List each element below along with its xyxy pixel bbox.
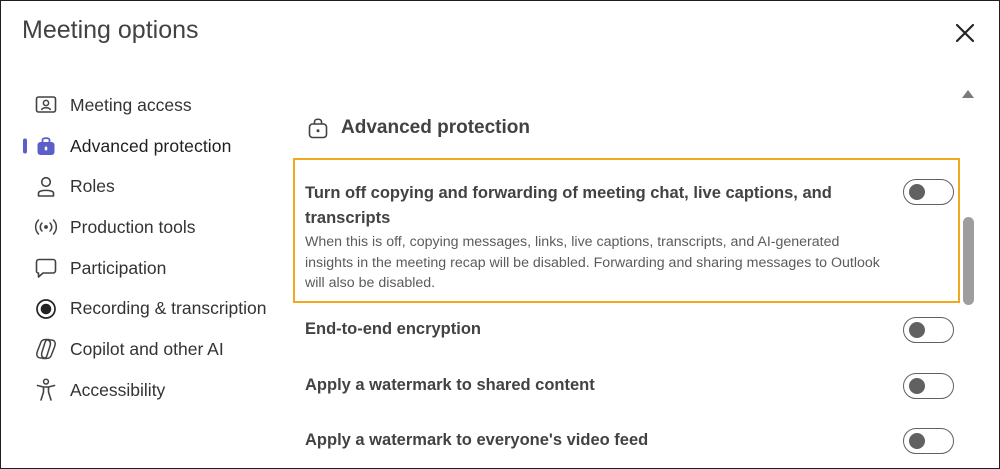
toggle-watermark-video[interactable]	[903, 428, 954, 454]
sidebar-item-label: Meeting access	[70, 94, 192, 115]
chat-bubble-icon	[34, 256, 58, 280]
sidebar-item-label: Advanced protection	[70, 135, 232, 156]
setting-title-line: transcripts	[305, 209, 391, 227]
toggle-knob	[909, 378, 925, 394]
broadcast-icon	[34, 215, 58, 239]
sidebar-item-label: Roles	[70, 176, 115, 197]
accessibility-icon	[34, 378, 58, 402]
sidebar-nav: Meeting access Advanced protection Roles	[1, 85, 281, 411]
person-icon	[34, 175, 58, 199]
sidebar-item-recording-transcription[interactable]: Recording & transcription	[1, 288, 281, 329]
section-title: Advanced protection	[341, 117, 530, 138]
active-indicator	[23, 138, 27, 154]
sidebar-item-roles[interactable]: Roles	[1, 166, 281, 207]
setting-title-copy-forwarding: Turn off copying and forwarding of meeti…	[305, 181, 832, 231]
toggle-knob	[909, 433, 925, 449]
setting-description: When this is off, copying messages, link…	[305, 234, 880, 291]
toggle-knob	[909, 322, 925, 338]
id-card-icon	[34, 93, 58, 117]
copilot-icon	[34, 337, 58, 361]
sidebar-item-copilot[interactable]: Copilot and other AI	[1, 329, 281, 370]
setting-title-e2e-encryption: End-to-end encryption	[305, 320, 481, 338]
close-icon	[955, 23, 975, 43]
section-header: Advanced protection	[305, 115, 530, 141]
dialog-title: Meeting options	[22, 16, 199, 44]
scroll-up-button[interactable]	[961, 87, 975, 101]
lock-bag-icon	[305, 115, 331, 141]
sidebar-item-label: Participation	[70, 257, 167, 278]
toggle-watermark-shared[interactable]	[903, 373, 954, 399]
toggle-knob	[909, 184, 925, 200]
toggle-e2e-encryption[interactable]	[903, 317, 954, 343]
close-button[interactable]	[949, 17, 981, 49]
lock-bag-icon	[34, 134, 58, 158]
setting-title-watermark-video: Apply a watermark to everyone's video fe…	[305, 431, 649, 449]
sidebar-item-advanced-protection[interactable]: Advanced protection	[1, 126, 281, 167]
triangle-up-icon	[962, 90, 974, 98]
meeting-options-dialog: Meeting options Meeting access Advanced …	[0, 0, 1000, 469]
setting-title-watermark-shared: Apply a watermark to shared content	[305, 376, 595, 394]
sidebar-item-meeting-access[interactable]: Meeting access	[1, 85, 281, 126]
setting-title-line: Turn off copying and forwarding of meeti…	[305, 184, 832, 202]
sidebar-item-accessibility[interactable]: Accessibility	[1, 370, 281, 411]
record-icon	[34, 297, 58, 321]
sidebar-item-label: Recording & transcription	[70, 298, 267, 319]
sidebar-item-label: Production tools	[70, 216, 196, 237]
toggle-copy-forwarding[interactable]	[903, 179, 954, 205]
sidebar-item-production-tools[interactable]: Production tools	[1, 207, 281, 248]
sidebar-item-label: Copilot and other AI	[70, 338, 224, 359]
sidebar-item-participation[interactable]: Participation	[1, 248, 281, 289]
scrollbar-thumb[interactable]	[963, 217, 974, 305]
sidebar-item-label: Accessibility	[70, 379, 166, 400]
